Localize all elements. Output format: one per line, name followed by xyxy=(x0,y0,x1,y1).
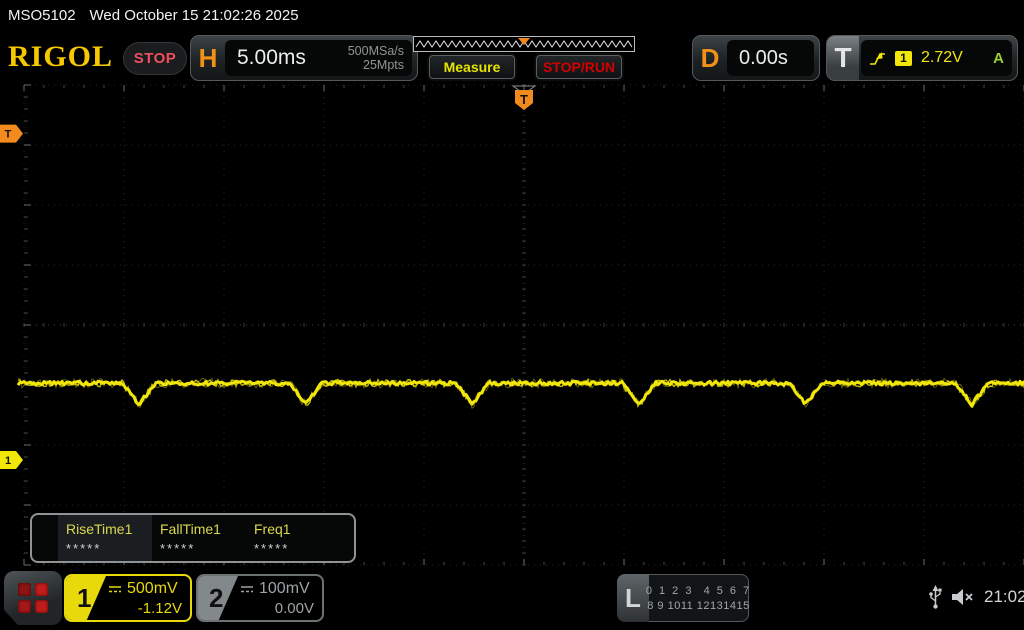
delay-readout: 0.00s xyxy=(727,40,814,76)
delay-value: 0.00s xyxy=(739,46,788,69)
trigger-label: T xyxy=(827,36,859,80)
trigger-panel[interactable]: T 1 2.72V A xyxy=(826,35,1018,81)
datetime: Wed October 15 21:02:26 2025 xyxy=(89,7,299,24)
svg-text:T: T xyxy=(5,129,12,141)
channel-2-scale: 100mV xyxy=(259,579,310,597)
trigger-slope-icon xyxy=(870,51,885,65)
logic-channels-block[interactable]: L 0 1 2 3 4 5 6 7 8 9 1011 12131415 xyxy=(617,574,749,622)
bottom-bar: 1 500mV -1.12V 2 100mV 0.00V L 0 1 2 3 4… xyxy=(0,566,1024,630)
measurement-label: RiseTime1 xyxy=(66,521,133,537)
measurement-value: ***** xyxy=(66,541,102,556)
svg-text:1: 1 xyxy=(5,455,11,467)
channel-1-block[interactable]: 1 500mV -1.12V xyxy=(64,574,192,622)
measurement-item[interactable]: FallTime1 ***** xyxy=(152,515,246,561)
horizontal-label: H xyxy=(198,42,218,73)
channel-1-number: 1 xyxy=(66,576,106,620)
measurement-value: ***** xyxy=(160,541,196,556)
horizontal-position-strip[interactable] xyxy=(413,36,635,52)
logic-row-0-7: 0 1 2 3 4 5 6 7 xyxy=(645,584,752,597)
channel-1-scale: 500mV xyxy=(127,579,178,597)
measurement-item[interactable]: Freq1 ***** xyxy=(246,515,340,561)
timebase-value: 5.00ms xyxy=(237,46,306,69)
trigger-mode: A xyxy=(993,49,1004,67)
measurement-label: Freq1 xyxy=(254,521,291,537)
memory-depth: 25Mpts xyxy=(363,58,404,72)
model-name: MSO5102 xyxy=(8,7,76,24)
logic-row-8-15: 8 9 1011 12131415 xyxy=(647,599,750,612)
waveform-display: T T 1 xyxy=(0,84,1024,566)
measurement-value: ***** xyxy=(254,541,290,556)
dc-coupling-icon xyxy=(109,585,121,592)
channel-1-offset: -1.12V xyxy=(137,599,182,617)
dc-coupling-icon xyxy=(241,585,253,592)
measurement-label: FallTime1 xyxy=(160,521,221,537)
delay-panel[interactable]: D 0.00s xyxy=(692,35,820,81)
red-square-icon xyxy=(35,583,48,596)
channel-2-number: 2 xyxy=(198,576,238,620)
speaker-muted-icon[interactable] xyxy=(950,586,976,608)
clock: 21:02 xyxy=(984,587,1024,606)
status-bar: MSO5102 Wed October 15 21:02:26 2025 xyxy=(0,0,1024,30)
measurement-item[interactable]: RiseTime1 ***** xyxy=(58,515,152,561)
waveform-position-icon xyxy=(415,38,633,48)
trigger-readout: 1 2.72V A xyxy=(861,40,1012,76)
trigger-level: 2.72V xyxy=(921,49,963,66)
measure-button[interactable]: Measure xyxy=(429,55,515,79)
horizontal-panel[interactable]: H 5.00ms 500MSa/s 25Mpts xyxy=(190,35,418,81)
acquisition-info: 500MSa/s 25Mpts xyxy=(348,44,412,73)
channel-2-offset: 0.00V xyxy=(274,599,314,617)
usb-icon xyxy=(929,585,942,609)
logic-label: L xyxy=(617,574,649,622)
timebase-readout: 5.00ms 500MSa/s 25Mpts xyxy=(225,40,412,76)
logic-channel-numbers: 0 1 2 3 4 5 6 7 8 9 1011 12131415 xyxy=(645,574,752,622)
red-square-icon xyxy=(35,600,48,613)
trigger-source-badge: 1 xyxy=(895,50,912,66)
run-state-badge: STOP xyxy=(123,42,187,75)
rigol-logo: RIGOL xyxy=(8,40,114,73)
delay-label: D xyxy=(700,42,720,73)
sample-rate: 500MSa/s xyxy=(347,43,404,58)
menu-grid-button[interactable] xyxy=(4,571,62,625)
channel-2-block[interactable]: 2 100mV 0.00V xyxy=(196,574,324,622)
svg-text:T: T xyxy=(520,92,528,107)
red-square-icon xyxy=(18,583,31,596)
measurement-results-box[interactable]: RiseTime1 ***** FallTime1 ***** Freq1 **… xyxy=(30,513,356,563)
red-square-icon xyxy=(18,600,31,613)
stop-run-button[interactable]: STOP/RUN xyxy=(536,55,622,79)
oscilloscope-screen: MSO5102 Wed October 15 21:02:26 2025 RIGO… xyxy=(0,0,1024,630)
